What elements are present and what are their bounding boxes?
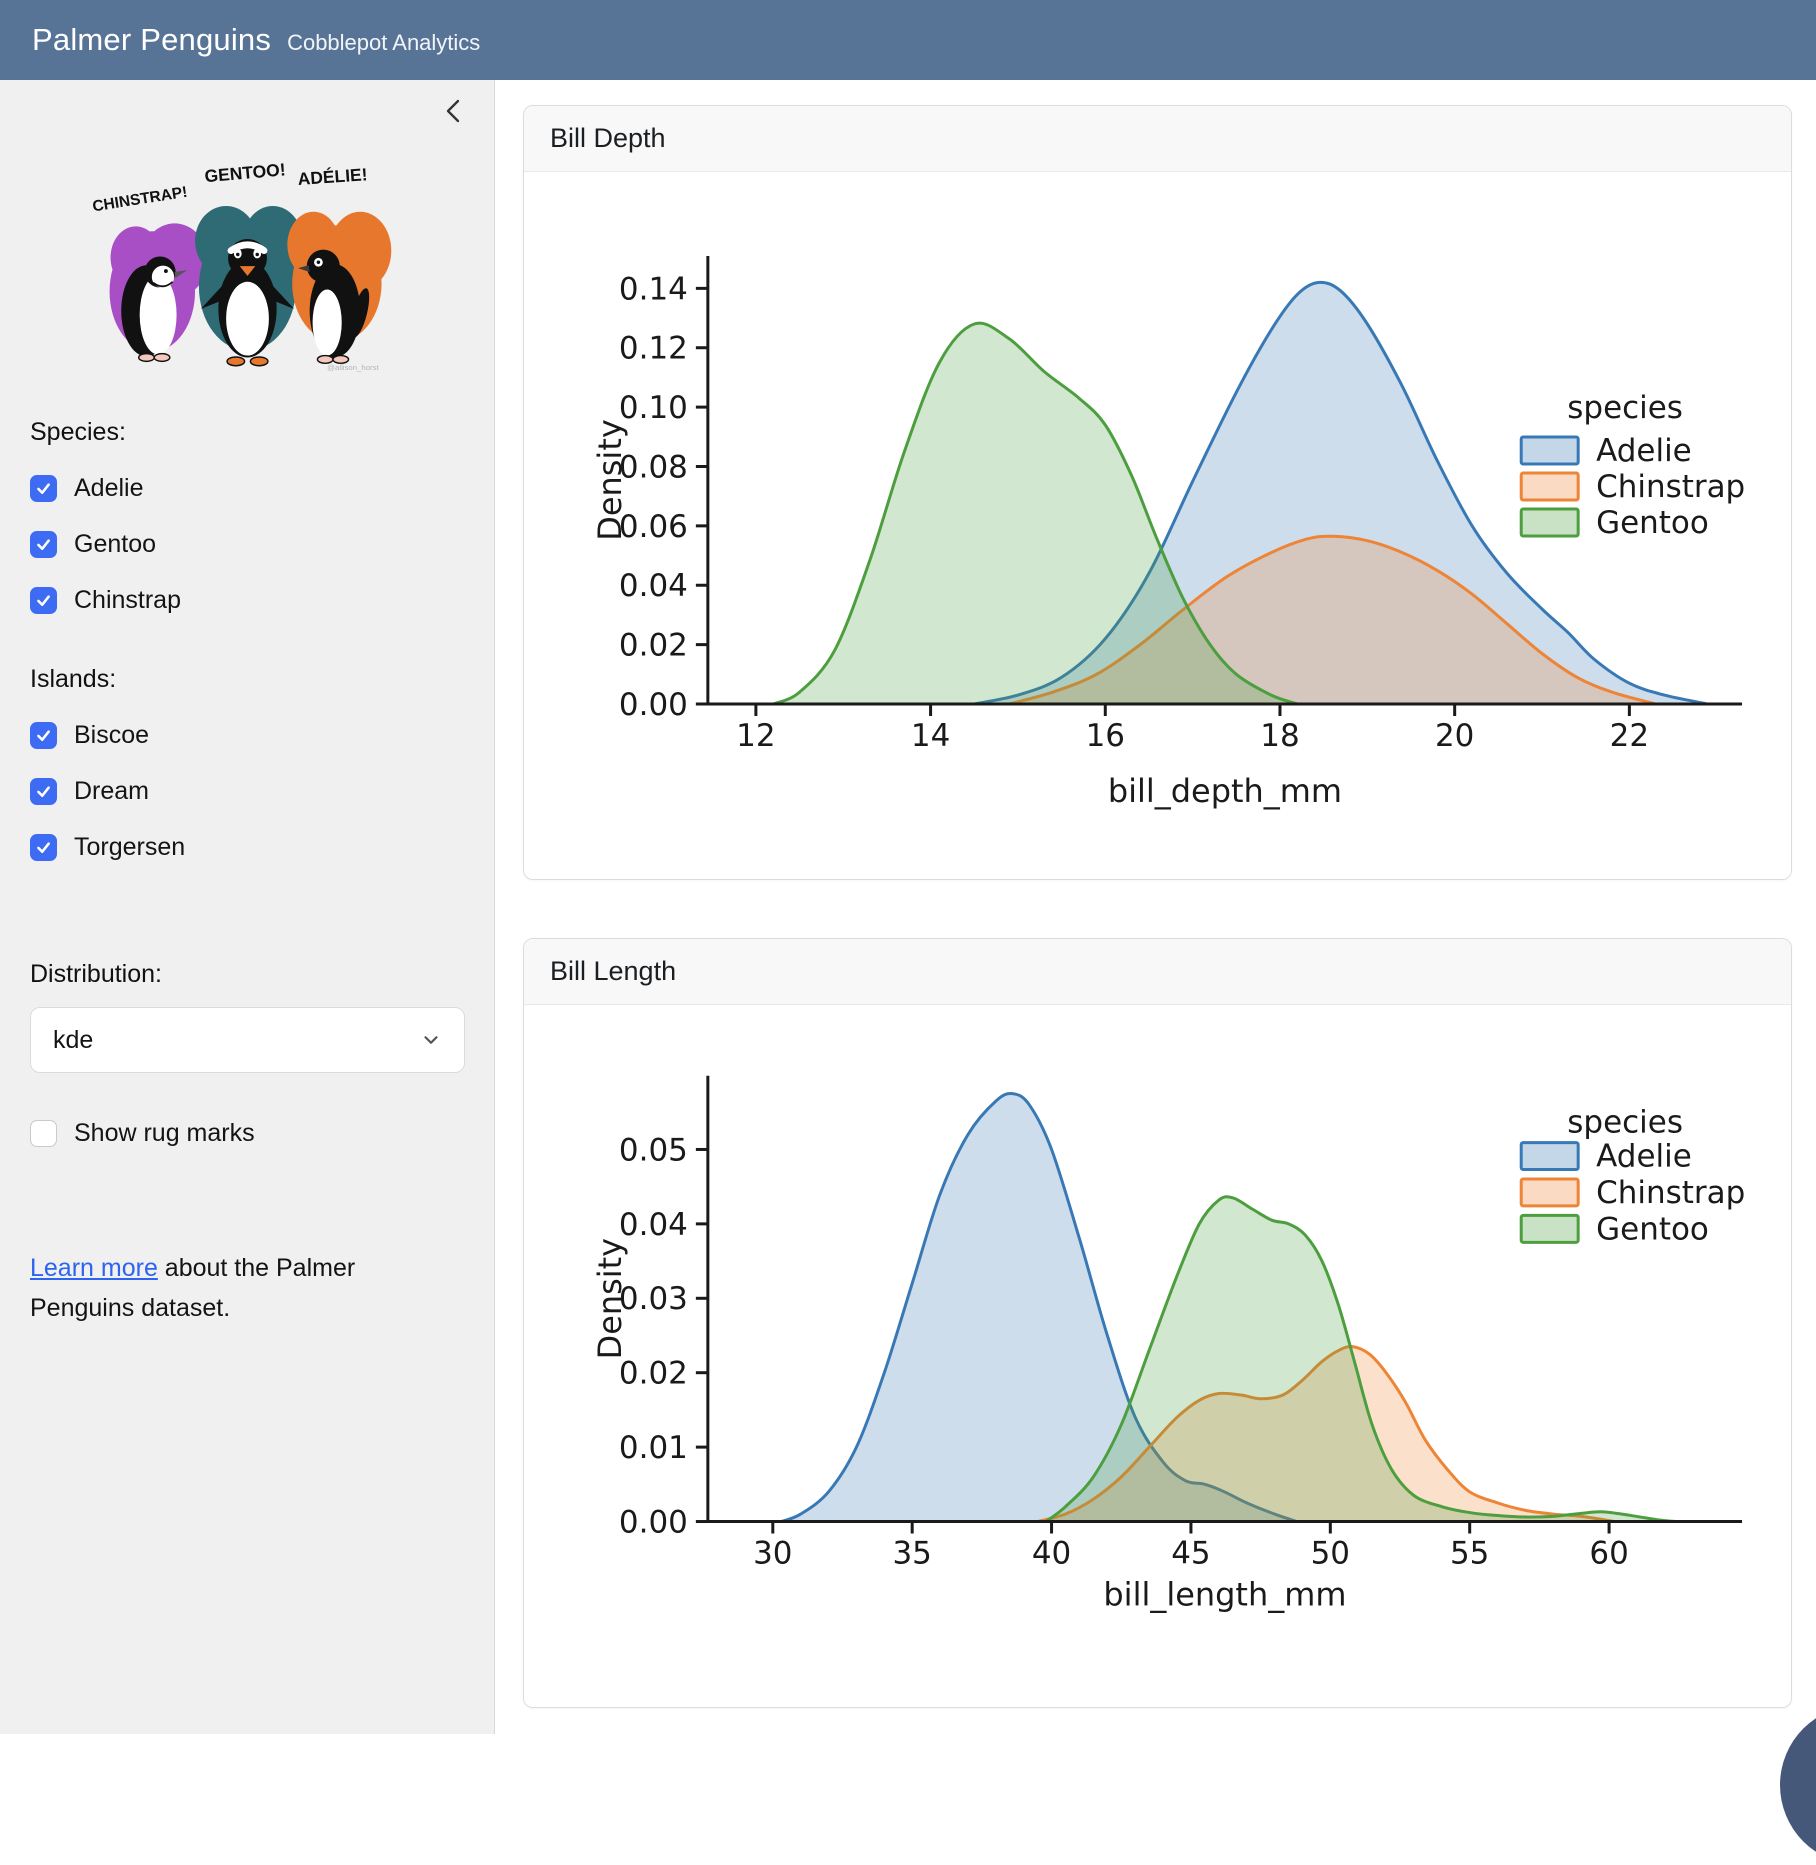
- svg-text:0.02: 0.02: [619, 628, 688, 664]
- learn-more-text: Learn more about the Palmer Penguins dat…: [30, 1248, 430, 1328]
- svg-text:Density: Density: [591, 419, 629, 541]
- svg-text:0.12: 0.12: [619, 331, 688, 367]
- check-icon: [35, 480, 52, 497]
- svg-text:Adelie: Adelie: [1596, 1139, 1692, 1175]
- checkbox-dream[interactable]: [30, 778, 57, 805]
- card-bill-length-body: 30 35 40 45 50 55 60 0.00 0.01 0.02 0.03 0.04 0.05 bi…: [524, 1005, 1791, 1707]
- checkbox-label-rug-marks: Show rug marks: [74, 1119, 255, 1148]
- checkbox-row-rug-marks[interactable]: Show rug marks: [30, 1119, 464, 1148]
- bill-length-chart: 30 35 40 45 50 55 60 0.00 0.01 0.02 0.03 0.04 0.05 bi…: [524, 1005, 1791, 1707]
- check-icon: [35, 536, 52, 553]
- bill-depth-chart: 12 14 16 18 20 22 0.00 0.02 0.04 0.06 0.08 0.10 0.12…: [524, 172, 1791, 879]
- svg-text:Gentoo: Gentoo: [1596, 1211, 1709, 1247]
- checkbox-row-adelie[interactable]: Adelie: [30, 474, 464, 503]
- sidebar: CHINSTRAP! GENTOO! ADÉLIE! @allison_hors…: [0, 80, 495, 1734]
- check-icon: [35, 592, 52, 609]
- svg-text:0.14: 0.14: [619, 271, 688, 307]
- svg-text:Density: Density: [591, 1238, 629, 1359]
- svg-text:0.02: 0.02: [619, 1356, 688, 1392]
- svg-text:0.04: 0.04: [619, 1207, 688, 1243]
- sidebar-collapse-button[interactable]: [436, 94, 472, 130]
- svg-text:0.10: 0.10: [619, 390, 688, 426]
- card-bill-length: Bill Length 30 35 40 45 50 55 60 0.00 0.01 0.02 0.…: [523, 938, 1792, 1708]
- artwork-label-chinstrap: CHINSTRAP!: [91, 184, 188, 216]
- checkbox-chinstrap[interactable]: [30, 587, 57, 614]
- checkbox-row-torgersen[interactable]: Torgersen: [30, 833, 464, 862]
- svg-text:0.03: 0.03: [619, 1281, 688, 1317]
- species-group-label: Species:: [30, 418, 464, 447]
- main-content: Bill Depth 12 14 16 18 20 22 0.00 0.02 0.04 0.06 0…: [495, 80, 1816, 1734]
- svg-text:Chinstrap: Chinstrap: [1596, 1175, 1745, 1211]
- svg-text:35: 35: [892, 1535, 931, 1571]
- card-bill-depth-body: 12 14 16 18 20 22 0.00 0.02 0.04 0.06 0.08 0.10 0.12…: [524, 172, 1791, 879]
- distribution-label: Distribution:: [30, 960, 464, 989]
- checkbox-label-chinstrap: Chinstrap: [74, 586, 181, 615]
- svg-text:species: species: [1567, 1105, 1683, 1141]
- svg-text:0.08: 0.08: [619, 449, 688, 485]
- svg-text:Adelie: Adelie: [1596, 433, 1692, 469]
- svg-text:18: 18: [1260, 718, 1299, 754]
- artwork-label-gentoo: GENTOO!: [203, 159, 286, 186]
- checkbox-row-gentoo[interactable]: Gentoo: [30, 530, 464, 559]
- checkbox-biscoe[interactable]: [30, 722, 57, 749]
- svg-text:bill_length_mm: bill_length_mm: [1103, 1575, 1346, 1613]
- svg-text:0.00: 0.00: [619, 687, 688, 723]
- svg-text:20: 20: [1435, 718, 1474, 754]
- distribution-select[interactable]: kde: [30, 1007, 465, 1073]
- svg-text:60: 60: [1589, 1535, 1628, 1571]
- penguin-artwork: CHINSTRAP! GENTOO! ADÉLIE! @allison_hors…: [80, 136, 415, 374]
- checkbox-row-dream[interactable]: Dream: [30, 777, 464, 806]
- checkbox-label-adelie: Adelie: [74, 474, 144, 503]
- svg-text:species: species: [1567, 390, 1683, 426]
- svg-text:40: 40: [1032, 1535, 1071, 1571]
- checkbox-adelie[interactable]: [30, 475, 57, 502]
- checkbox-row-chinstrap[interactable]: Chinstrap: [30, 586, 464, 615]
- checkbox-label-gentoo: Gentoo: [74, 530, 156, 559]
- svg-text:0.05: 0.05: [619, 1132, 688, 1168]
- svg-text:12: 12: [736, 718, 775, 754]
- app-title: Palmer Penguins: [32, 22, 271, 58]
- checkbox-gentoo[interactable]: [30, 531, 57, 558]
- checkbox-row-biscoe[interactable]: Biscoe: [30, 721, 464, 750]
- islands-group-label: Islands:: [30, 665, 464, 694]
- artwork-credit: @allison_horst: [327, 363, 379, 372]
- svg-text:0.00: 0.00: [619, 1505, 688, 1541]
- card-bill-depth: Bill Depth 12 14 16 18 20 22 0.00 0.02 0.04 0.06 0…: [523, 105, 1792, 880]
- check-icon: [35, 727, 52, 744]
- svg-text:50: 50: [1311, 1535, 1350, 1571]
- svg-text:30: 30: [753, 1535, 792, 1571]
- chevron-left-icon: [437, 94, 471, 128]
- checkbox-label-torgersen: Torgersen: [74, 833, 185, 862]
- checkbox-label-dream: Dream: [74, 777, 149, 806]
- checkbox-label-biscoe: Biscoe: [74, 721, 149, 750]
- checkbox-torgersen[interactable]: [30, 834, 57, 861]
- app-header: Palmer Penguins Cobblepot Analytics: [0, 0, 1816, 80]
- svg-text:bill_depth_mm: bill_depth_mm: [1108, 772, 1342, 810]
- svg-text:0.04: 0.04: [619, 568, 688, 604]
- artwork-label-adelie: ADÉLIE!: [296, 163, 367, 189]
- svg-text:0.06: 0.06: [619, 509, 688, 545]
- svg-text:55: 55: [1450, 1535, 1489, 1571]
- svg-text:14: 14: [911, 718, 950, 754]
- svg-text:0.01: 0.01: [619, 1430, 688, 1466]
- svg-text:22: 22: [1610, 718, 1649, 754]
- svg-text:Chinstrap: Chinstrap: [1596, 469, 1745, 505]
- card-bill-length-title: Bill Length: [524, 939, 1791, 1005]
- app-subtitle: Cobblepot Analytics: [287, 30, 480, 56]
- check-icon: [35, 783, 52, 800]
- chevron-down-icon: [420, 1029, 442, 1051]
- svg-text:Gentoo: Gentoo: [1596, 505, 1709, 541]
- svg-text:45: 45: [1171, 1535, 1210, 1571]
- learn-more-link[interactable]: Learn more: [30, 1254, 158, 1282]
- svg-text:16: 16: [1086, 718, 1125, 754]
- card-bill-depth-title: Bill Depth: [524, 106, 1791, 172]
- check-icon: [35, 839, 52, 856]
- checkbox-rug-marks[interactable]: [30, 1120, 57, 1147]
- distribution-selected-value: kde: [53, 1026, 420, 1055]
